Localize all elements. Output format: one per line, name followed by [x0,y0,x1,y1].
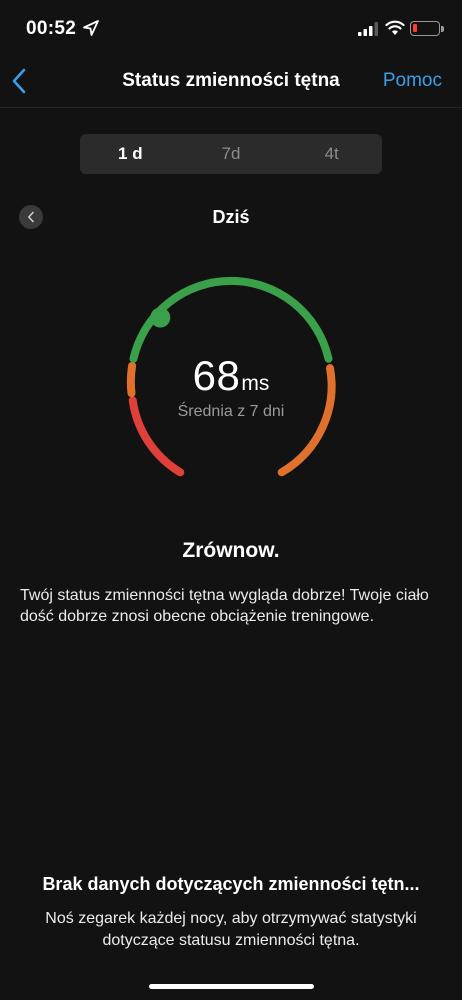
status-time: 00:52 [26,18,77,39]
gauge-marker [150,307,171,328]
tab-4-weeks[interactable]: 4t [281,134,382,174]
tab-1-day[interactable]: 1 d [80,134,181,174]
hrv-average-label: Średnia z 7 dni [177,403,285,420]
status-title: Zrównow. [182,539,280,562]
date-label: Dziś [212,207,250,227]
hrv-value-number: 68 [192,352,241,399]
no-data-description: Noś zegarek każdej nocy, aby otrzymywać … [45,910,417,949]
navigation-bar: Status zmienności tętna Pomoc [0,58,462,108]
home-indicator [149,984,314,989]
period-selector: 1 d 7d 4t [80,134,382,174]
status-description: Twój status zmienności tętna wygląda dob… [20,587,429,625]
no-data-title: Brak danych dotyczących zmienności tętn.… [42,874,420,894]
hrv-value: 68ms [0,352,462,400]
status-bar: 00:52 [0,0,462,58]
hrv-status-screen: 00:52 Status zmienności tętna Pomoc 1 d … [0,0,462,1000]
tab-7-days[interactable]: 7d [181,134,282,174]
hrv-value-unit: ms [241,372,270,395]
wifi-icon [385,20,405,35]
cellular-signal-icon [358,22,378,36]
help-button[interactable]: Pomoc [383,70,442,92]
location-arrow-icon [83,20,99,36]
battery-icon [410,21,440,36]
